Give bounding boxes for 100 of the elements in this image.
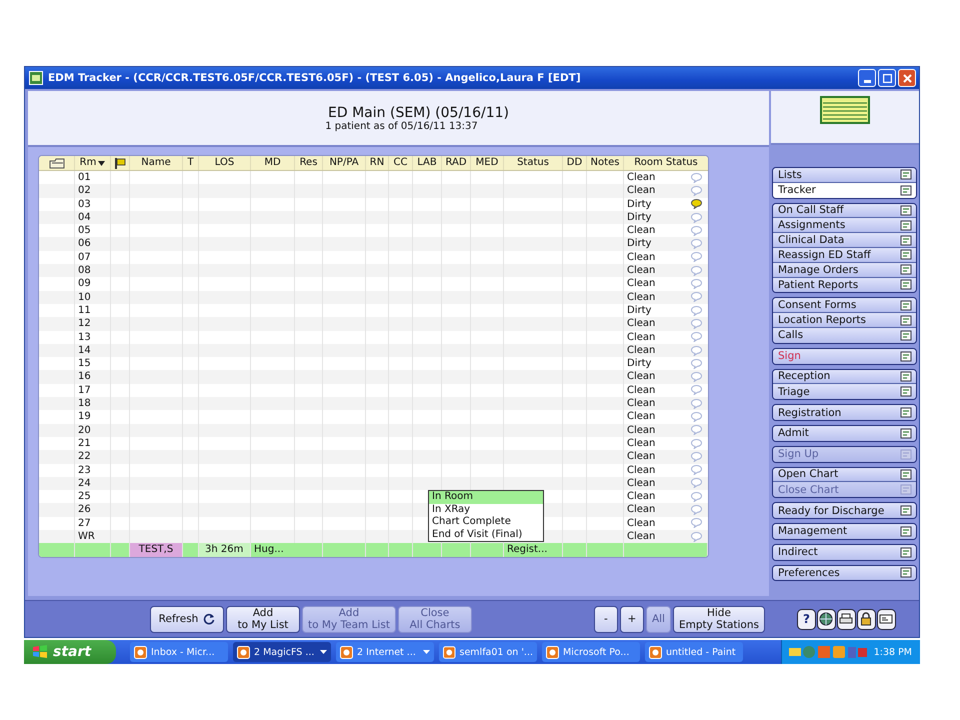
sidebar-item[interactable]: Ready for Discharge (773, 503, 916, 518)
minimize-button[interactable] (858, 69, 876, 87)
sidebar-item[interactable]: Lists (773, 168, 916, 183)
speech-bubble-icon[interactable] (691, 172, 702, 183)
column-header[interactable]: LOS (199, 156, 251, 170)
speech-bubble-icon[interactable] (691, 425, 702, 436)
sidebar-item[interactable]: Consent Forms (773, 298, 916, 314)
sidebar-item[interactable]: Tracker (773, 182, 916, 198)
patient-name-cell[interactable]: TEST,S (130, 543, 183, 558)
column-header[interactable]: MED (471, 156, 504, 170)
sidebar-item[interactable]: Management (773, 524, 916, 539)
toolbar-button[interactable]: Add to My List (226, 606, 300, 632)
menu-item[interactable]: In Room (429, 491, 543, 504)
folder-icon[interactable] (48, 158, 64, 168)
speech-bubble-icon[interactable] (691, 438, 702, 449)
sidebar-item[interactable]: Reassign ED Staff (773, 248, 916, 263)
taskbar-button[interactable]: 2 Internet ... (336, 642, 434, 662)
sidebar-item[interactable]: On Call Staff (773, 204, 916, 218)
sidebar-item[interactable]: Open Chart (773, 468, 916, 482)
speech-bubble-icon[interactable] (691, 239, 702, 250)
help-button[interactable]: ? (796, 608, 816, 630)
column-header[interactable]: Notes (587, 156, 624, 170)
column-header[interactable]: LAB (413, 156, 442, 170)
room-status-cell: Clean (627, 516, 656, 530)
speech-bubble-icon[interactable] (691, 518, 702, 528)
column-header[interactable]: RAD (442, 156, 471, 170)
menu-item[interactable]: Chart Complete (429, 516, 543, 528)
speech-bubble-icon[interactable] (691, 279, 702, 290)
column-header[interactable]: Status (504, 156, 563, 170)
sidebar-item[interactable]: Location Reports (773, 313, 916, 328)
maximize-icon (882, 74, 892, 82)
speech-bubble-icon[interactable] (691, 398, 702, 409)
room-status-cell: Dirty (627, 237, 652, 251)
document-icon (900, 428, 913, 439)
column-header[interactable]: Room Status (624, 156, 708, 170)
maximize-button[interactable] (878, 69, 896, 87)
close-button[interactable] (898, 69, 916, 87)
speech-bubble-icon[interactable] (691, 492, 702, 502)
sidebar-item[interactable]: Clinical Data (773, 233, 916, 248)
speech-bubble-icon[interactable] (691, 266, 702, 276)
toolbar-button[interactable]: Hide Empty Stations (672, 606, 765, 632)
speech-bubble-icon[interactable] (691, 346, 702, 356)
alert-bubble-icon[interactable] (691, 199, 702, 210)
speech-bubble-icon[interactable] (691, 318, 702, 329)
lock-icon[interactable] (856, 608, 876, 630)
sidebar-item[interactable]: Patient Reports (773, 278, 916, 292)
menu-item[interactable]: In XRay (429, 504, 543, 516)
toolbar-button[interactable]: - (594, 606, 618, 632)
room-status-cell: Clean (627, 530, 656, 544)
app-icon (546, 646, 559, 658)
speech-bubble-icon[interactable] (691, 412, 702, 422)
document-icon (900, 448, 913, 460)
speech-bubble-icon[interactable] (691, 332, 702, 342)
printer-icon[interactable] (836, 608, 856, 630)
speech-bubble-icon[interactable] (691, 465, 702, 476)
globe-icon[interactable] (816, 608, 836, 630)
toolbar-button[interactable]: Refresh (150, 606, 224, 632)
sidebar-item[interactable]: Triage (773, 384, 916, 400)
sidebar-item[interactable]: Admit (773, 426, 916, 441)
sidebar-item[interactable]: Assignments (773, 218, 916, 234)
taskbar-button[interactable]: 2 MagicFS ... (233, 642, 331, 662)
id-card-icon[interactable] (876, 608, 896, 630)
menu-item[interactable]: End of Visit (Final) (429, 528, 543, 541)
sidebar-item[interactable]: Manage Orders (773, 262, 916, 278)
speech-bubble-icon[interactable] (691, 478, 702, 488)
column-header[interactable]: DD (563, 156, 587, 170)
speech-bubble-icon[interactable] (691, 306, 702, 316)
column-header[interactable]: T (183, 156, 199, 170)
room-status-cell: Clean (627, 224, 656, 238)
taskbar-button[interactable]: Inbox - Micr... (130, 642, 228, 662)
speech-bubble-icon[interactable] (691, 532, 702, 542)
room-status-cell: Clean (627, 317, 656, 331)
column-header[interactable]: Name (130, 156, 183, 170)
speech-bubble-icon[interactable] (691, 252, 702, 262)
room-status-cell: Clean (627, 184, 656, 198)
taskbar-button[interactable]: semlfa01 on '... (439, 642, 537, 662)
taskbar-button[interactable]: untitled - Paint (645, 642, 743, 662)
speech-bubble-icon[interactable] (691, 372, 702, 382)
document-icon (900, 407, 913, 418)
sidebar-item[interactable]: Calls (773, 328, 916, 343)
column-header[interactable]: NP/PA (323, 156, 366, 170)
column-header[interactable]: MD (251, 156, 295, 170)
speech-bubble-icon[interactable] (691, 226, 702, 236)
speech-bubble-icon[interactable] (691, 358, 702, 369)
sidebar-item[interactable]: Reception (773, 370, 916, 384)
column-header[interactable]: Res (295, 156, 323, 170)
column-header[interactable]: Rm (75, 156, 111, 170)
speech-bubble-icon[interactable] (691, 505, 702, 516)
sidebar-item[interactable]: Registration (773, 405, 916, 420)
sidebar-item[interactable]: Indirect (773, 544, 916, 560)
room-status-cell: Dirty (627, 357, 652, 370)
toolbar-button[interactable]: + (620, 606, 644, 632)
speech-bubble-icon[interactable] (691, 385, 702, 396)
column-header[interactable]: RN (366, 156, 389, 170)
sidebar-item[interactable]: Preferences (773, 566, 916, 580)
speech-bubble-icon[interactable] (691, 452, 702, 462)
taskbar-button[interactable]: Microsoft Po... (542, 642, 640, 662)
column-header[interactable]: CC (389, 156, 413, 170)
board-title: ED Main (SEM) (05/16/11) (328, 104, 509, 120)
speech-bubble-icon[interactable] (691, 292, 702, 302)
